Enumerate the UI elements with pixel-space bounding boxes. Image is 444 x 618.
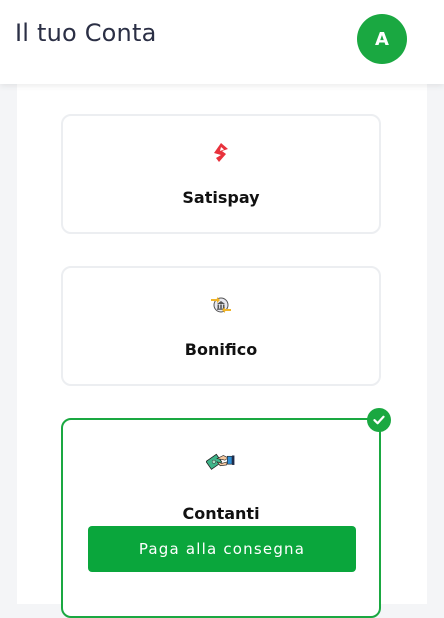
page-title: Il tuo Conta [15, 19, 157, 47]
payment-option-satispay[interactable]: Satispay [61, 114, 381, 234]
cash-handshake-icon [206, 446, 236, 476]
payment-option-label: Satispay [182, 188, 260, 207]
user-avatar[interactable]: A [357, 14, 407, 64]
payment-option-label: Contanti [182, 504, 260, 523]
app-header: Il tuo Conta A [0, 0, 444, 84]
payment-option-bonifico[interactable]: Bonifico [61, 266, 381, 386]
pay-on-delivery-button[interactable]: Paga alla consegna [88, 526, 356, 572]
bank-transfer-icon [206, 290, 236, 320]
payment-option-label: Bonifico [184, 340, 258, 359]
satispay-icon [206, 138, 236, 168]
payment-option-contanti[interactable]: Contanti Paga alla consegna [61, 408, 391, 618]
selected-check-icon [367, 408, 391, 432]
